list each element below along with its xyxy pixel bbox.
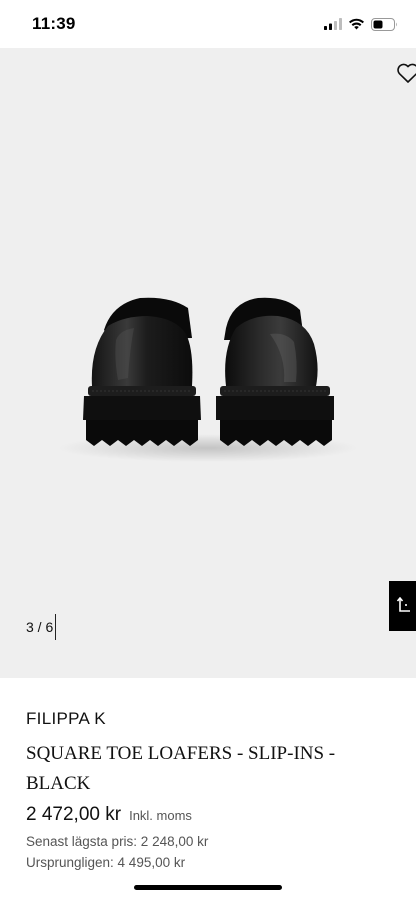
status-time: 11:39 — [32, 14, 76, 33]
product-title: SQUARE TOE LOAFERS - SLIP-INS - BLACK — [26, 743, 336, 794]
wishlist-button[interactable] — [394, 60, 416, 86]
original-price: Ursprungligen: 4 495,00 kr — [26, 855, 186, 870]
lowest-price: Senast lägsta pris: 2 248,00 kr — [26, 834, 209, 849]
heart-icon — [397, 63, 416, 83]
image-counter: 3 / 6 — [26, 614, 57, 640]
brand-name[interactable]: FILIPPA K — [26, 709, 106, 729]
product-image — [58, 297, 358, 462]
battery-icon — [371, 17, 397, 31]
product-page: 11:39 3 / 6 FILIPPA K SQUARE TOE LOAFERS… — [0, 0, 416, 900]
product-info: FILIPPA K SQUARE TOE LOAFERS - SLIP-INS … — [0, 678, 416, 900]
status-bar: 11:39 — [0, 0, 416, 48]
current-price: 2 472,00 kr — [26, 804, 122, 825]
price-row: 2 472,00 kr Inkl. moms — [26, 804, 192, 826]
cellular-signal-icon — [324, 18, 342, 30]
share-icon — [396, 597, 410, 612]
image-counter-text: 3 / 6 — [26, 619, 54, 635]
right-shoe — [216, 297, 334, 446]
product-image-gallery[interactable]: 3 / 6 — [0, 48, 416, 678]
home-indicator[interactable] — [134, 885, 282, 890]
status-icons — [324, 15, 398, 33]
counter-divider — [55, 614, 57, 640]
wifi-icon — [349, 18, 364, 30]
share-button[interactable] — [389, 581, 416, 631]
vat-note: Inkl. moms — [129, 808, 192, 823]
left-shoe — [83, 297, 201, 446]
